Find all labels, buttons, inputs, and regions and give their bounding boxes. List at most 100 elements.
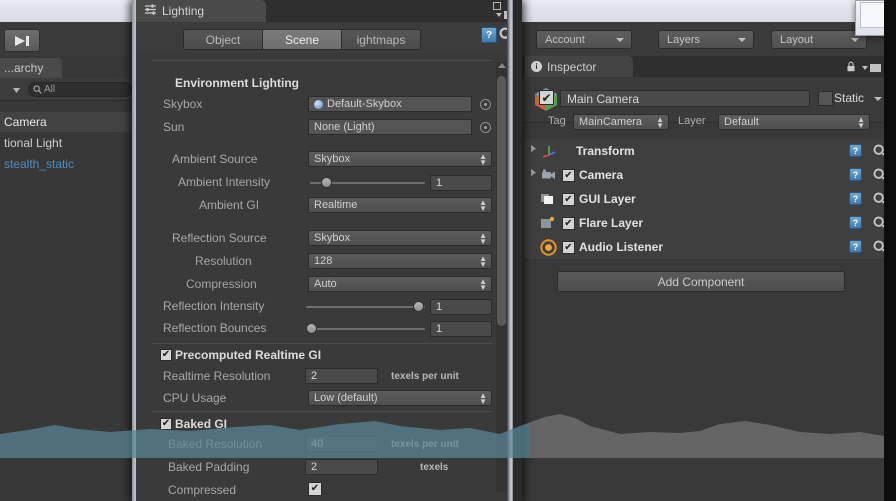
cpu-usage-value: Low (default): [314, 392, 378, 404]
component-enabled-checkbox[interactable]: ✔: [562, 217, 575, 230]
reflection-bounces-label: Reflection Bounces: [163, 321, 267, 335]
layout-dropdown[interactable]: Layout: [771, 30, 867, 49]
component-row-camera[interactable]: ✔ Camera ?: [524, 163, 894, 188]
reflection-intensity-slider-knob[interactable]: [413, 301, 424, 312]
reflection-bounces-slider[interactable]: [306, 328, 425, 330]
reflection-intensity-value[interactable]: 1: [430, 299, 492, 315]
component-enabled-checkbox[interactable]: ✔: [562, 169, 575, 182]
resolution-dropdown[interactable]: 128 ▲ ▼: [308, 253, 492, 269]
reflection-source-label: Reflection Source: [172, 231, 267, 245]
maximize-icon[interactable]: [492, 2, 501, 10]
help-icon[interactable]: ?: [849, 192, 862, 205]
skybox-object-field[interactable]: Default-Skybox: [308, 96, 472, 112]
tab-lightmaps[interactable]: ightmaps: [342, 30, 420, 49]
foldout-icon[interactable]: [530, 168, 537, 180]
component-row-gui-layer[interactable]: ✔ GUI Layer ?: [524, 187, 894, 212]
ambient-gi-dropdown[interactable]: Realtime ▲ ▼: [308, 197, 492, 213]
layer-dropdown[interactable]: Default ▲ ▼: [718, 114, 870, 130]
gameobject-name-field[interactable]: Main Camera: [560, 90, 810, 107]
tab-lighting[interactable]: Lighting: [136, 0, 266, 22]
component-row-flare-layer[interactable]: ✔ Flare Layer ?: [524, 211, 894, 236]
baked-resolution-field[interactable]: 40: [305, 436, 378, 452]
help-icon[interactable]: ?: [849, 144, 862, 157]
skybox-object-picker[interactable]: [480, 99, 491, 110]
tag-dropdown[interactable]: MainCamera ▲ ▼: [573, 114, 669, 130]
lighting-window-left-border: [132, 0, 136, 501]
tab-scene[interactable]: Scene: [263, 30, 342, 49]
reflection-bounces-value[interactable]: 1: [430, 321, 492, 337]
section-divider: [152, 411, 492, 412]
tab-object-label: Object: [205, 32, 241, 47]
precomputed-realtime-gi-header: Precomputed Realtime GI: [175, 348, 322, 362]
foldout-icon[interactable]: [530, 144, 537, 156]
reflection-intensity-slider[interactable]: [306, 306, 425, 308]
ambient-source-dropdown[interactable]: Skybox ▲ ▼: [308, 151, 492, 167]
baked-padding-field[interactable]: 2: [305, 459, 378, 475]
lock-icon[interactable]: [846, 61, 856, 75]
layout-label: Layout: [780, 33, 814, 46]
hierarchy-item-stealth-static[interactable]: stealth_static: [0, 154, 134, 174]
chevron-down-icon: [616, 38, 624, 42]
realtime-resolution-field[interactable]: 2: [305, 368, 378, 384]
compression-dropdown[interactable]: Auto ▲ ▼: [308, 276, 492, 292]
cpu-usage-dropdown[interactable]: Low (default) ▲ ▼: [308, 390, 492, 406]
account-label: Account: [545, 33, 585, 46]
tab-inspector[interactable]: i Inspector: [525, 56, 633, 77]
inspector-menu-button[interactable]: [862, 64, 881, 72]
search-icon: [33, 85, 42, 94]
layers-dropdown[interactable]: Layers: [658, 30, 754, 49]
component-row-audio-listener[interactable]: ✔ Audio Listener ?: [524, 235, 894, 260]
sun-object-field[interactable]: None (Light): [308, 119, 472, 135]
create-dropdown[interactable]: [2, 83, 20, 97]
precomputed-realtime-gi-checkbox[interactable]: ✔: [160, 349, 172, 361]
audio-listener-icon: [540, 239, 557, 259]
hierarchy-tab[interactable]: ...archy: [0, 58, 62, 78]
ambient-intensity-value[interactable]: 1: [430, 175, 492, 191]
tab-lightmaps-label: ightmaps: [356, 32, 406, 47]
sun-object-picker[interactable]: [480, 122, 491, 133]
lighting-tab-group: Object Scene ightmaps: [183, 29, 421, 50]
help-icon[interactable]: ?: [849, 168, 862, 181]
help-icon[interactable]: ?: [849, 240, 862, 253]
panel-menu-icon: [870, 64, 881, 72]
realtime-resolution-unit: texels per unit: [391, 371, 459, 382]
gui-layer-icon: [540, 192, 556, 209]
baked-resolution-value: 40: [311, 438, 324, 450]
account-dropdown[interactable]: Account: [536, 30, 632, 49]
baked-gi-checkbox[interactable]: ✔: [160, 418, 172, 430]
tag-label: Tag: [548, 115, 566, 127]
baked-padding-label: Baked Padding: [168, 460, 250, 474]
help-icon[interactable]: ?: [481, 27, 497, 43]
ambient-intensity-slider-knob[interactable]: [321, 177, 332, 188]
static-dropdown-icon[interactable]: [874, 97, 882, 101]
resolution-label: Resolution: [195, 254, 252, 268]
scroll-up-icon[interactable]: [498, 63, 506, 68]
layers-label: Layers: [667, 33, 701, 46]
hierarchy-item-camera[interactable]: Camera: [0, 112, 134, 132]
component-enabled-checkbox[interactable]: ✔: [562, 241, 575, 254]
chevron-down-icon: [13, 87, 20, 93]
transform-icon: [541, 143, 557, 162]
compressed-checkbox[interactable]: ✔: [308, 482, 322, 496]
updown-arrows-icon: ▲ ▼: [479, 254, 487, 269]
static-checkbox[interactable]: [818, 91, 833, 106]
flare-layer-icon: [540, 216, 556, 233]
step-forward-button[interactable]: [4, 29, 40, 52]
updown-arrows-icon: ▲ ▼: [857, 115, 865, 130]
skybox-label: Skybox: [163, 97, 203, 111]
add-component-label: Add Component: [657, 274, 745, 289]
chevron-down-icon: [862, 66, 868, 70]
component-row-transform[interactable]: Transform ?: [524, 139, 894, 164]
ambient-source-label: Ambient Source: [172, 152, 258, 166]
hierarchy-search-input[interactable]: All: [28, 82, 132, 97]
component-enabled-checkbox[interactable]: ✔: [562, 193, 575, 206]
help-icon[interactable]: ?: [849, 216, 862, 229]
layer-label: Layer: [678, 115, 706, 127]
reflection-source-dropdown[interactable]: Skybox ▲ ▼: [308, 230, 492, 246]
tab-object[interactable]: Object: [184, 30, 263, 49]
hierarchy-item-directional-light[interactable]: tional Light: [0, 133, 134, 153]
reflection-bounces-slider-knob[interactable]: [306, 323, 317, 334]
gameobject-enabled-checkbox[interactable]: ✔: [539, 90, 554, 105]
add-component-button[interactable]: Add Component: [557, 271, 845, 292]
lighting-scrollbar-thumb[interactable]: [497, 76, 506, 326]
